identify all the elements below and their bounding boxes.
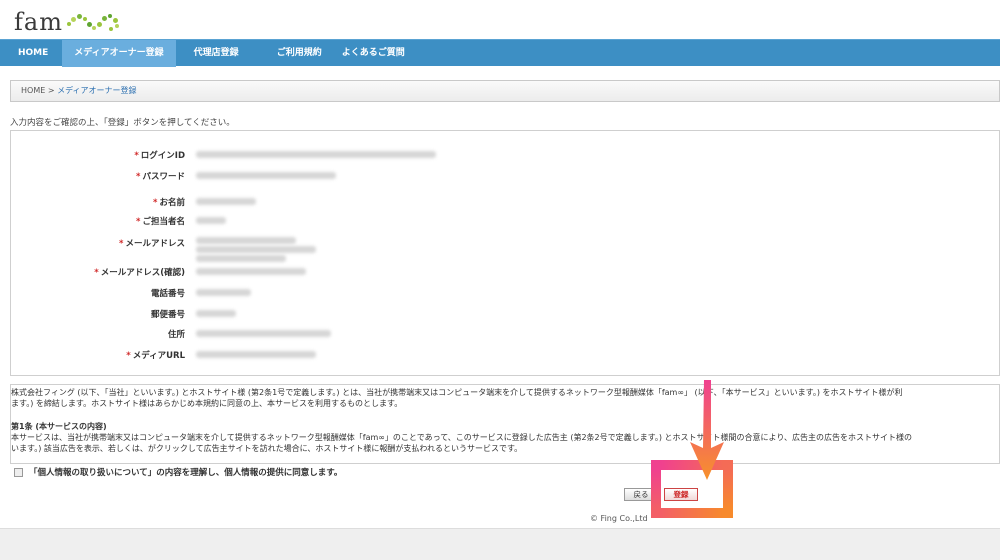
value-name-blurred [196, 198, 256, 205]
copyright-text: © Fing Co.,Ltd [590, 514, 648, 523]
nav-terms-of-use[interactable]: ご利用規約 [257, 40, 332, 67]
breadcrumb-home[interactable]: HOME [21, 86, 45, 95]
site-logo[interactable]: fam [14, 4, 125, 34]
confirmation-form: * ログインID * パスワード * お名前 * ご担当者名 * メールアドレス * メール… [10, 130, 1000, 376]
label-contact-person: * ご担当者名 [136, 217, 185, 227]
terms-scroll-box[interactable]: 株式会社フィング (以下、「当社」といいます。) とホストサイト様 (第2条1号… [10, 384, 1000, 464]
value-email-blurred-2 [196, 246, 316, 253]
label-email: * メールアドレス [119, 239, 185, 249]
nav-faq[interactable]: よくあるご質問 [332, 40, 415, 67]
terms-line: 株式会社フィング (以下、「当社」といいます。) とホストサイト様 (第2条1号… [11, 388, 903, 397]
label-media-url: * メディアURL [126, 351, 185, 361]
value-email-blurred-3 [196, 255, 286, 262]
footer-bar [0, 528, 1000, 560]
main-nav: HOME メディアオーナー登録 代理店登録 ご利用規約 よくあるご質問 [0, 39, 1000, 67]
terms-line: 本サービスは、当社が携帯端末又はコンピュータ端末を介して提供するネットワーク型報… [11, 433, 913, 442]
label-phone: 電話番号 [150, 289, 185, 299]
value-address-blurred [196, 330, 331, 337]
nav-home[interactable]: HOME [4, 40, 62, 67]
terms-article-heading: 第1条 (本サービスの内容) [11, 422, 107, 431]
terms-line: ます。) を締結します。ホストサイト様はあらかじめ本規約に同意の上、本サービスを… [11, 399, 403, 408]
instruction-text: 入力内容をご確認の上、「登録」ボタンを押してください。 [10, 118, 235, 128]
privacy-agree-label: 「個人情報の取り扱いについて」の内容を理解し、個人情報の提供に同意します。 [29, 468, 343, 478]
logo-infinity-icon [65, 10, 125, 34]
nav-agency-registration[interactable]: 代理店登録 [176, 40, 257, 67]
breadcrumb: HOME > メディアオーナー登録 [10, 80, 1000, 102]
breadcrumb-current: メディアオーナー登録 [57, 86, 137, 95]
nav-media-owner-registration[interactable]: メディアオーナー登録 [62, 40, 176, 67]
label-postal-code: 郵便番号 [150, 310, 185, 320]
value-phone-blurred [196, 289, 251, 296]
label-email-confirm: * メールアドレス(確認) [94, 268, 185, 278]
value-login-id-blurred [196, 151, 436, 158]
annotation-arrow-icon [690, 380, 724, 480]
breadcrumb-separator: > [47, 86, 55, 95]
label-address: 住所 [167, 330, 185, 340]
value-password-blurred [196, 172, 336, 179]
label-password: * パスワード [136, 172, 185, 182]
value-email-blurred [196, 237, 296, 244]
value-postal-code-blurred [196, 310, 236, 317]
label-name: * お名前 [153, 198, 185, 208]
value-email-confirm-blurred [196, 268, 306, 275]
privacy-agree-checkbox[interactable] [14, 467, 23, 477]
label-login-id: * ログインID [134, 151, 185, 161]
value-contact-person-blurred [196, 217, 226, 224]
terms-line: います。) 該当広告を表示、若しくは、がクリックして広告主サイトを訪れた場合に、… [11, 444, 523, 453]
logo-text: fam [14, 8, 63, 36]
privacy-agreement: 「個人情報の取り扱いについて」の内容を理解し、個人情報の提供に同意します。 [14, 466, 342, 478]
value-media-url-blurred [196, 351, 316, 358]
